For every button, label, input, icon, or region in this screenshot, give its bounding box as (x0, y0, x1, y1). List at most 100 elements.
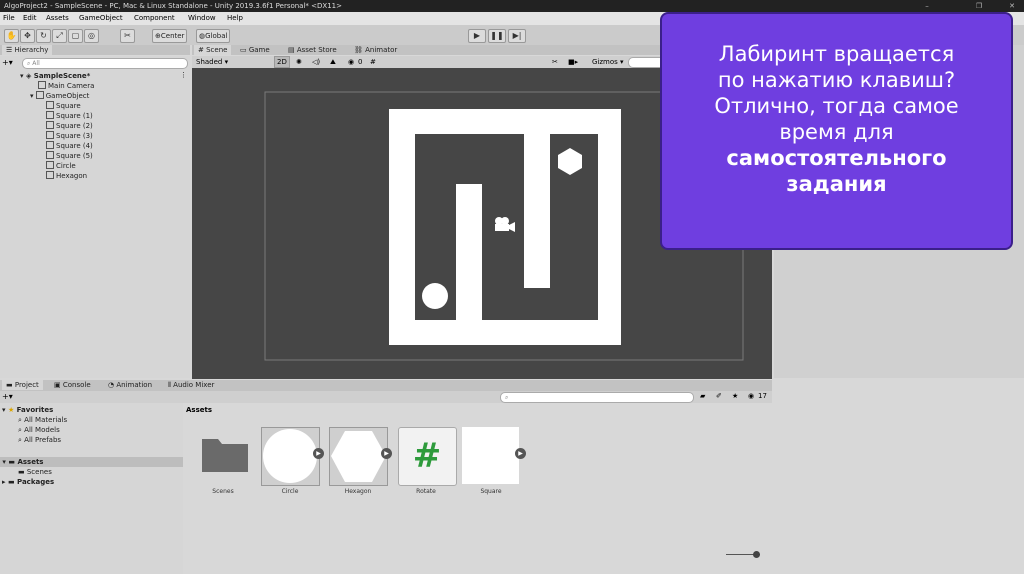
tab-asset-store[interactable]: ▤ Asset Store (284, 45, 341, 55)
shading-dropdown[interactable]: Shaded ▾ (196, 56, 266, 68)
project-search-input[interactable]: ⌕ (500, 392, 694, 403)
tab-animation-label: Animation (116, 381, 153, 389)
visibility-icon[interactable]: ◉ (348, 56, 354, 68)
tools-icon[interactable]: ✂ (552, 56, 558, 68)
tree-assets[interactable]: ▾ ▬ Assets (0, 457, 183, 467)
custom-tool-icon[interactable]: ✂ (120, 29, 135, 43)
gameobject-icon (46, 131, 54, 139)
maximize-button[interactable]: ❐ (972, 0, 986, 12)
tree-all-models[interactable]: ⌕ All Models (18, 425, 60, 435)
play-button[interactable]: ▶ (468, 29, 486, 43)
expand-sprite-icon[interactable]: ▶ (515, 448, 526, 459)
tab-audio-mixer-label: Audio Mixer (173, 381, 215, 389)
tree-item-square-5[interactable]: Square (5) (46, 151, 93, 161)
gameobject-icon (46, 171, 54, 179)
pause-button[interactable]: ❚❚ (488, 29, 506, 43)
tree-item-square[interactable]: Square (46, 101, 81, 111)
hidden-packages-icon[interactable]: ◉ (748, 392, 754, 400)
search-icon: ⌕ (18, 436, 22, 444)
star-icon: ★ (7, 406, 15, 414)
tree-item-square-4[interactable]: Square (4) (46, 141, 93, 151)
menu-help[interactable]: Help (227, 12, 243, 25)
asset-circle[interactable] (261, 427, 320, 486)
maze-wall-right[interactable] (524, 134, 550, 288)
transform-tool-icon[interactable]: ◎ (84, 29, 99, 43)
tree-item-label: Scenes (26, 468, 52, 476)
asset-rotate[interactable]: # (398, 427, 457, 486)
filter-label-icon[interactable]: ✐ (716, 392, 722, 400)
tab-audio-mixer[interactable]: ⫴ Audio Mixer (164, 380, 218, 390)
menu-edit[interactable]: Edit (23, 12, 37, 25)
tab-console[interactable]: ▣ Console (50, 380, 95, 390)
expand-sprite-icon[interactable]: ▶ (313, 448, 324, 459)
tab-game[interactable]: ▭ Game (236, 45, 274, 55)
camera-icon[interactable]: ■▸ (568, 56, 578, 68)
gameobject-icon (46, 141, 54, 149)
gameobject-icon (46, 161, 54, 169)
close-button[interactable]: ✕ (1005, 0, 1019, 12)
space-toggle[interactable]: ◍Global (196, 29, 231, 43)
tree-item-square-1[interactable]: Square (1) (46, 111, 93, 121)
tree-item-label: SampleScene* (33, 72, 91, 80)
effects-icon[interactable]: ⛰ (330, 56, 336, 68)
tree-item-samplescene[interactable]: ▾ ◈ SampleScene* (20, 71, 90, 81)
expand-sprite-icon[interactable]: ▶ (381, 448, 392, 459)
2d-toggle[interactable]: 2D (274, 56, 290, 68)
tree-item-circle[interactable]: Circle (46, 161, 76, 171)
tree-all-materials[interactable]: ⌕ All Materials (18, 415, 67, 425)
tab-project[interactable]: ▬ Project (2, 380, 43, 390)
hierarchy-search-input[interactable]: ⌕ All (22, 58, 188, 69)
tab-scene[interactable]: # Scene (194, 45, 232, 55)
menu-file[interactable]: File (3, 12, 15, 25)
rect-tool-icon[interactable]: ▢ (68, 29, 83, 43)
menu-gameobject[interactable]: GameObject (79, 12, 123, 25)
search-icon: ⌕ (27, 60, 31, 67)
pivot-toggle[interactable]: ⊕Center (152, 29, 188, 43)
favorite-star-icon[interactable]: ★ (732, 392, 738, 400)
tree-item-main-camera[interactable]: Main Camera (38, 81, 94, 91)
callout-line-6: задания (786, 172, 887, 196)
tree-item-square-2[interactable]: Square (2) (46, 121, 93, 131)
rotate-tool-icon[interactable]: ↻ (36, 29, 51, 43)
tab-animation[interactable]: ◔ Animation (104, 380, 156, 390)
tree-item-label: Hexagon (56, 172, 88, 180)
tree-item-hexagon[interactable]: Hexagon (46, 171, 87, 181)
slider-handle[interactable] (753, 551, 760, 558)
hand-tool-icon[interactable]: ✋ (4, 29, 19, 43)
tree-packages[interactable]: ▸ ▬ Packages (2, 477, 54, 487)
tree-item-label: All Prefabs (24, 436, 62, 444)
tree-all-prefabs[interactable]: ⌕ All Prefabs (18, 435, 61, 445)
create-icon[interactable]: +▾ (2, 58, 13, 67)
menu-assets[interactable]: Assets (46, 12, 69, 25)
scale-tool-icon[interactable]: ⤢ (52, 29, 67, 43)
asset-scenes[interactable] (197, 427, 254, 484)
space-label: Global (205, 32, 228, 40)
tree-item-square-3[interactable]: Square (3) (46, 131, 93, 141)
step-button[interactable]: ▶| (508, 29, 526, 43)
bottom-tabbar: ▬ Project ▣ Console ◔ Animation ⫴ Audio … (0, 380, 772, 391)
create-asset-icon[interactable]: +▾ (2, 392, 13, 401)
audio-icon[interactable]: ◁) (312, 56, 320, 68)
filter-type-icon[interactable]: ▰ (700, 392, 705, 400)
tree-scenes[interactable]: ▬ Scenes (18, 467, 52, 477)
tab-hierarchy[interactable]: ☰ Hierarchy (2, 45, 53, 55)
tab-scene-label: Scene (206, 46, 228, 54)
tab-hierarchy-label: Hierarchy (14, 46, 49, 54)
grid-icon[interactable]: # (370, 56, 376, 68)
asset-hexagon[interactable] (329, 427, 388, 486)
tree-item-gameobject[interactable]: ▾ GameObject (30, 91, 89, 101)
tab-project-label: Project (14, 381, 39, 389)
maze-wall-left[interactable] (456, 184, 482, 320)
minimize-button[interactable]: – (920, 0, 934, 12)
lighting-icon[interactable]: ✺ (296, 56, 302, 68)
asset-square[interactable] (462, 427, 519, 484)
kebab-menu-icon[interactable]: ⋮ (180, 71, 187, 79)
circle-sprite[interactable] (422, 283, 448, 309)
menu-window[interactable]: Window (188, 12, 216, 25)
assets-breadcrumb: Assets (186, 406, 213, 414)
move-tool-icon[interactable]: ✥ (20, 29, 35, 43)
gizmos-dropdown[interactable]: Gizmos ▾ (592, 56, 624, 68)
menu-component[interactable]: Component (134, 12, 175, 25)
tree-favorites[interactable]: ▾ ★ Favorites (2, 405, 53, 415)
tab-animator[interactable]: ⛓ Animator (350, 45, 401, 55)
